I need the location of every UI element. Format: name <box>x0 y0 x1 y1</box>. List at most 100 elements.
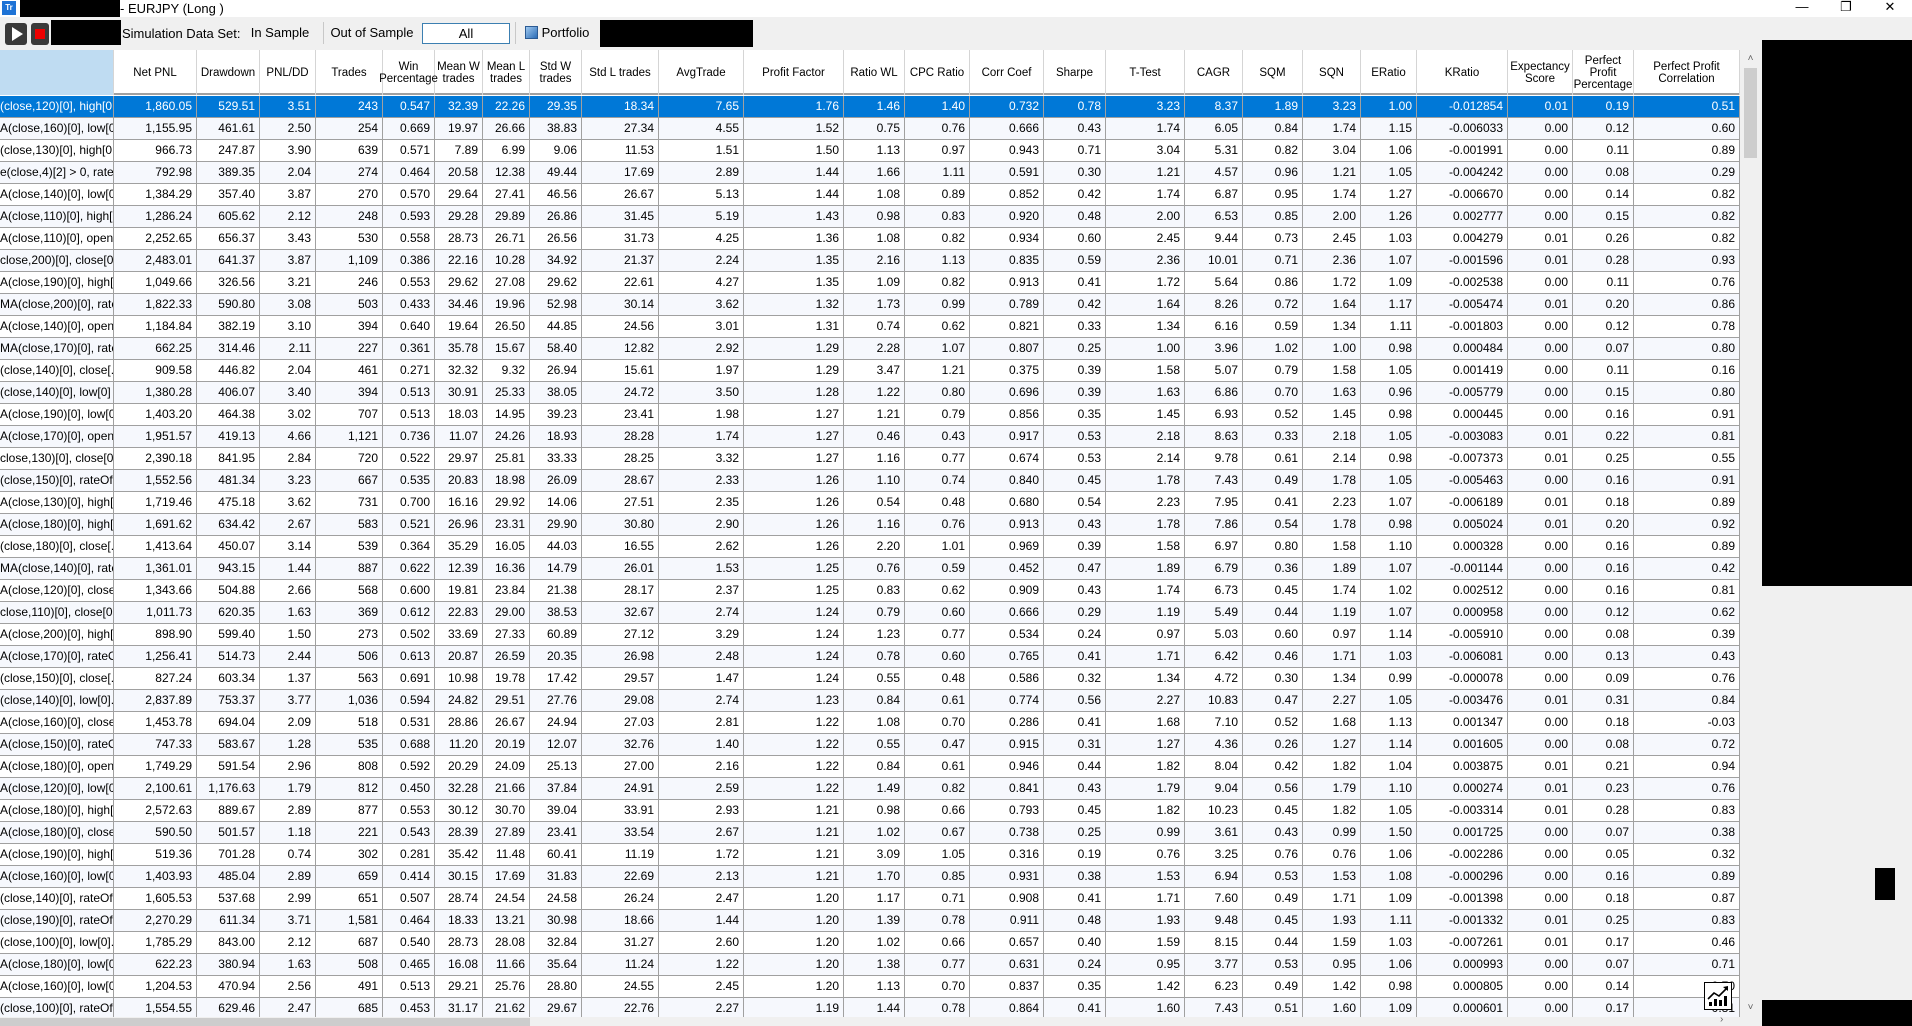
table-cell[interactable]: 0.45 <box>1243 580 1303 601</box>
table-cell[interactable]: 2.60 <box>659 932 744 953</box>
table-cell[interactable]: 0.01 <box>1508 294 1573 315</box>
table-cell[interactable]: 0.01 <box>1508 778 1573 799</box>
table-cell[interactable]: 29.51 <box>483 690 530 711</box>
table-cell[interactable]: 1.05 <box>905 844 970 865</box>
table-cell[interactable]: 3.71 <box>260 910 316 931</box>
table-cell[interactable]: 0.00 <box>1508 162 1573 183</box>
table-cell[interactable]: 685 <box>316 998 383 1019</box>
table-cell[interactable]: 0.909 <box>970 580 1044 601</box>
table-cell[interactable]: 1.53 <box>1303 866 1361 887</box>
table-cell[interactable]: 29.62 <box>435 272 483 293</box>
table-cell[interactable]: 27.08 <box>483 272 530 293</box>
table-cell[interactable]: 1,184.84 <box>114 316 197 337</box>
table-cell[interactable]: 5.03 <box>1185 624 1243 645</box>
table-cell[interactable]: 2.14 <box>1303 448 1361 469</box>
table-cell[interactable]: 24.56 <box>582 316 659 337</box>
table-cell[interactable]: 0.39 <box>1634 624 1740 645</box>
table-cell[interactable]: 0.48 <box>1044 910 1106 931</box>
table-cell[interactable]: 26.56 <box>530 228 582 249</box>
table-cell[interactable]: 29.21 <box>435 976 483 997</box>
table-cell[interactable]: 33.54 <box>582 822 659 843</box>
table-cell[interactable]: 0.16 <box>1573 866 1634 887</box>
table-cell[interactable]: 369 <box>316 602 383 623</box>
table-cell[interactable]: 639 <box>316 140 383 161</box>
table-cell[interactable]: 0.39 <box>1044 536 1106 557</box>
table-cell[interactable]: 0.674 <box>970 448 1044 469</box>
table-cell[interactable]: 707 <box>316 404 383 425</box>
table-cell[interactable]: 29.35 <box>530 96 582 117</box>
table-cell[interactable]: 1.24 <box>744 602 844 623</box>
table-cell[interactable]: 0.05 <box>1573 844 1634 865</box>
table-cell[interactable]: 1.35 <box>744 272 844 293</box>
table-cell[interactable]: 2.99 <box>260 888 316 909</box>
table-cell[interactable]: 1,691.62 <box>114 514 197 535</box>
table-cell[interactable]: 0.765 <box>970 646 1044 667</box>
table-cell[interactable]: 1.26 <box>1361 206 1417 227</box>
table-cell[interactable]: 0.00 <box>1508 602 1573 623</box>
table-cell[interactable]: 2.28 <box>844 338 905 359</box>
table-cell[interactable]: 1.42 <box>1303 976 1361 997</box>
table-cell[interactable]: 0.005024 <box>1417 514 1508 535</box>
table-cell[interactable]: 3.61 <box>1185 822 1243 843</box>
table-cell[interactable]: -0.003314 <box>1417 800 1508 821</box>
table-cell[interactable]: 583.67 <box>197 734 260 755</box>
table-cell[interactable]: 2.59 <box>659 778 744 799</box>
table-cell[interactable]: 1.50 <box>744 140 844 161</box>
table-cell[interactable]: 0.59 <box>1243 316 1303 337</box>
table-cell[interactable]: 0.82 <box>905 778 970 799</box>
table-cell[interactable]: 687 <box>316 932 383 953</box>
table-cell[interactable]: 0.00 <box>1508 844 1573 865</box>
table-cell[interactable]: 0.55 <box>844 668 905 689</box>
table-cell[interactable]: 28.28 <box>582 426 659 447</box>
table-cell[interactable]: 2.11 <box>260 338 316 359</box>
table-cell[interactable]: 1.58 <box>1106 536 1185 557</box>
table-cell[interactable]: 406.07 <box>197 382 260 403</box>
table-cell[interactable]: 29.67 <box>530 998 582 1019</box>
table-cell[interactable]: 0.002512 <box>1417 580 1508 601</box>
row-label[interactable]: A(close,150)[0], rateO... <box>0 734 114 755</box>
table-cell[interactable]: 1.03 <box>1361 228 1417 249</box>
table-cell[interactable]: 0.00 <box>1508 976 1573 997</box>
table-cell[interactable]: 3.14 <box>260 536 316 557</box>
table-row[interactable]: MA(close,200)[0], rate...1,822.33590.803… <box>0 294 1740 316</box>
table-cell[interactable]: 0.78 <box>1044 96 1106 117</box>
table-cell[interactable]: 15.61 <box>582 360 659 381</box>
table-cell[interactable]: 0.535 <box>383 470 435 491</box>
table-cell[interactable]: 2.36 <box>1303 250 1361 271</box>
table-cell[interactable]: 30.14 <box>582 294 659 315</box>
row-label[interactable]: A(close,180)[0], close... <box>0 822 114 843</box>
table-cell[interactable]: 1,109 <box>316 250 383 271</box>
table-cell[interactable]: 28.86 <box>435 712 483 733</box>
table-cell[interactable]: 26.94 <box>530 360 582 381</box>
table-cell[interactable]: 1.34 <box>1106 316 1185 337</box>
table-cell[interactable]: 34.92 <box>530 250 582 271</box>
row-label[interactable]: A(close,110)[0], high[... <box>0 206 114 227</box>
table-cell[interactable]: 1.64 <box>1106 294 1185 315</box>
table-cell[interactable]: 8.26 <box>1185 294 1243 315</box>
table-cell[interactable]: 2.23 <box>1106 492 1185 513</box>
table-cell[interactable]: 0.98 <box>844 206 905 227</box>
table-cell[interactable]: 31.45 <box>582 206 659 227</box>
table-cell[interactable]: 1.20 <box>744 910 844 931</box>
table-cell[interactable]: 1,605.53 <box>114 888 197 909</box>
table-cell[interactable]: 0.95 <box>1243 184 1303 205</box>
table-cell[interactable]: 2.13 <box>659 866 744 887</box>
table-cell[interactable]: 1.22 <box>744 734 844 755</box>
table-cell[interactable]: 0.414 <box>383 866 435 887</box>
table-cell[interactable]: 1.05 <box>1361 470 1417 491</box>
table-cell[interactable]: 6.16 <box>1185 316 1243 337</box>
table-cell[interactable]: 0.666 <box>970 602 1044 623</box>
table-cell[interactable]: 0.14 <box>1573 976 1634 997</box>
table-cell[interactable]: 843.00 <box>197 932 260 953</box>
table-cell[interactable]: -0.000296 <box>1417 866 1508 887</box>
table-cell[interactable]: 1.18 <box>260 822 316 843</box>
table-row[interactable]: (close,120)[0], high[0... 1,860.05 529.51 3… <box>0 96 1740 118</box>
table-cell[interactable]: 0.558 <box>383 228 435 249</box>
table-cell[interactable]: 2.36 <box>1106 250 1185 271</box>
table-cell[interactable]: 0.53 <box>1243 954 1303 975</box>
table-cell[interactable]: 0.84 <box>844 756 905 777</box>
table-cell[interactable]: 1.16 <box>844 514 905 535</box>
table-cell[interactable]: 0.42 <box>1634 558 1740 579</box>
table-cell[interactable]: 15.67 <box>483 338 530 359</box>
table-cell[interactable]: 1.07 <box>1361 492 1417 513</box>
